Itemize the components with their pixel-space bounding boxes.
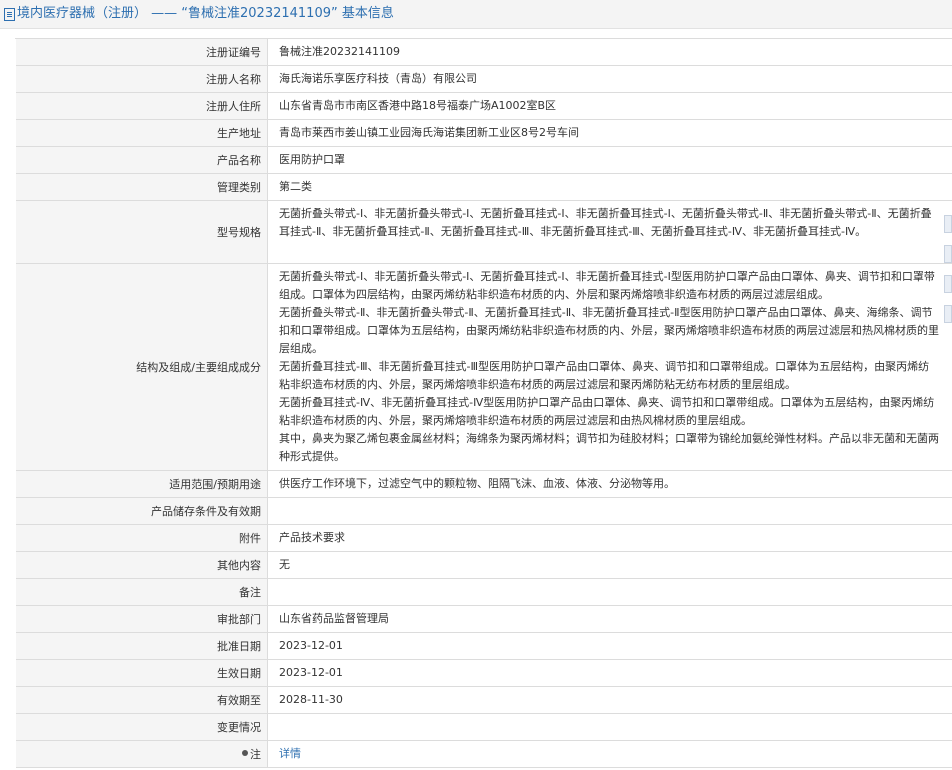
details-link[interactable]: 详情: [279, 745, 301, 763]
paragraph: 其中，鼻夹为聚乙烯包裹金属丝材料；海绵条为聚丙烯材料；调节扣为硅胶材料；口罩带为…: [279, 432, 939, 463]
row-change-status: 变更情况: [16, 714, 952, 741]
field-value: 鲁械注准20232141109: [279, 45, 400, 58]
row-management-category: 管理类别 第二类: [16, 174, 952, 201]
paragraph: 无菌折叠耳挂式-Ⅳ、非无菌折叠耳挂式-Ⅳ型医用防护口罩产品由口罩体、鼻夹、调节扣…: [279, 396, 935, 427]
field-value: 青岛市莱西市姜山镇工业园海氏海诺集团新工业区8号2号车间: [279, 126, 579, 139]
side-tab-1[interactable]: [944, 215, 952, 233]
field-value: 无菌折叠头带式-Ⅰ、非无菌折叠头带式-Ⅰ、无菌折叠耳挂式-Ⅰ、非无菌折叠耳挂式-…: [279, 207, 932, 238]
side-tab-2[interactable]: [944, 245, 952, 263]
field-value: 2023-12-01: [279, 666, 343, 679]
page-header: 境内医疗器械（注册） —— “鲁械注准20232141109” 基本信息: [0, 0, 952, 29]
field-label: 有效期至: [16, 687, 268, 713]
field-label: 注册人名称: [16, 66, 268, 92]
field-label: 生效日期: [16, 660, 268, 686]
field-label: 管理类别: [16, 174, 268, 200]
row-remarks: 备注: [16, 579, 952, 606]
row-registrant-name: 注册人名称 海氏海诺乐享医疗科技（青岛）有限公司: [16, 66, 952, 93]
row-production-address: 生产地址 青岛市莱西市姜山镇工业园海氏海诺集团新工业区8号2号车间: [16, 120, 952, 147]
paragraph: 无菌折叠头带式-Ⅱ、非无菌折叠头带式-Ⅱ、无菌折叠耳挂式-Ⅱ、非无菌折叠耳挂式-…: [279, 306, 939, 355]
row-storage-validity: 产品储存条件及有效期: [16, 498, 952, 525]
field-label: 注: [250, 748, 261, 761]
field-label: 备注: [16, 579, 268, 605]
document-icon: [4, 8, 15, 21]
field-value: 山东省药品监督管理局: [279, 612, 389, 625]
paragraph: 无菌折叠耳挂式-Ⅲ、非无菌折叠耳挂式-Ⅲ型医用防护口罩产品由口罩体、鼻夹、调节扣…: [279, 360, 930, 391]
field-value: 供医疗工作环境下，过滤空气中的颗粒物、阻隔飞沫、血液、体液、分泌物等用。: [279, 477, 675, 490]
row-model-spec: 型号规格 无菌折叠头带式-Ⅰ、非无菌折叠头带式-Ⅰ、无菌折叠耳挂式-Ⅰ、非无菌折…: [16, 201, 952, 264]
row-expiry-date: 有效期至 2028-11-30: [16, 687, 952, 714]
row-registration-number: 注册证编号 鲁械注准20232141109: [16, 39, 952, 66]
row-approval-date: 批准日期 2023-12-01: [16, 633, 952, 660]
field-label: 审批部门: [16, 606, 268, 632]
row-note: 注 详情: [16, 741, 952, 768]
row-product-name: 产品名称 医用防护口罩: [16, 147, 952, 174]
field-label: 附件: [16, 525, 268, 551]
row-approval-department: 审批部门 山东省药品监督管理局: [16, 606, 952, 633]
field-label: 产品储存条件及有效期: [16, 498, 268, 524]
field-value: 山东省青岛市市南区香港中路18号福泰广场A1002室B区: [279, 99, 557, 112]
field-label: 注册证编号: [16, 39, 268, 65]
side-tab-4[interactable]: [944, 305, 952, 323]
row-effective-date: 生效日期 2023-12-01: [16, 660, 952, 687]
row-attachment: 附件 产品技术要求: [16, 525, 952, 552]
side-tab-3[interactable]: [944, 275, 952, 293]
row-structure-composition: 结构及组成/主要组成成分 无菌折叠头带式-Ⅰ、非无菌折叠头带式-Ⅰ、无菌折叠耳挂…: [16, 264, 952, 471]
field-value: 产品技术要求: [279, 531, 345, 544]
field-label: 型号规格: [16, 201, 268, 263]
field-label: 产品名称: [16, 147, 268, 173]
field-label: 生产地址: [16, 120, 268, 146]
detail-table: 注册证编号 鲁械注准20232141109 注册人名称 海氏海诺乐享医疗科技（青…: [15, 38, 952, 768]
field-value: 2023-12-01: [279, 639, 343, 652]
field-label: 结构及组成/主要组成成分: [16, 264, 268, 470]
field-label: 其他内容: [16, 552, 268, 578]
row-intended-use: 适用范围/预期用途 供医疗工作环境下，过滤空气中的颗粒物、阻隔飞沫、血液、体液、…: [16, 471, 952, 498]
pin-icon: [242, 750, 248, 756]
row-registrant-address: 注册人住所 山东省青岛市市南区香港中路18号福泰广场A1002室B区: [16, 93, 952, 120]
field-value: 海氏海诺乐享医疗科技（青岛）有限公司: [279, 72, 477, 85]
row-other-content: 其他内容 无: [16, 552, 952, 579]
field-label: 注册人住所: [16, 93, 268, 119]
field-label: 适用范围/预期用途: [16, 471, 268, 497]
paragraph: 无菌折叠头带式-Ⅰ、非无菌折叠头带式-Ⅰ、无菌折叠耳挂式-Ⅰ、非无菌折叠耳挂式-…: [279, 270, 935, 301]
field-value: 医用防护口罩: [279, 153, 345, 166]
field-value: 第二类: [279, 180, 312, 193]
page-title: 境内医疗器械（注册） —— “鲁械注准20232141109” 基本信息: [17, 6, 394, 21]
field-label: 变更情况: [16, 714, 268, 740]
field-value: 2028-11-30: [279, 693, 343, 706]
field-label: 批准日期: [16, 633, 268, 659]
field-value: 无: [279, 558, 290, 571]
